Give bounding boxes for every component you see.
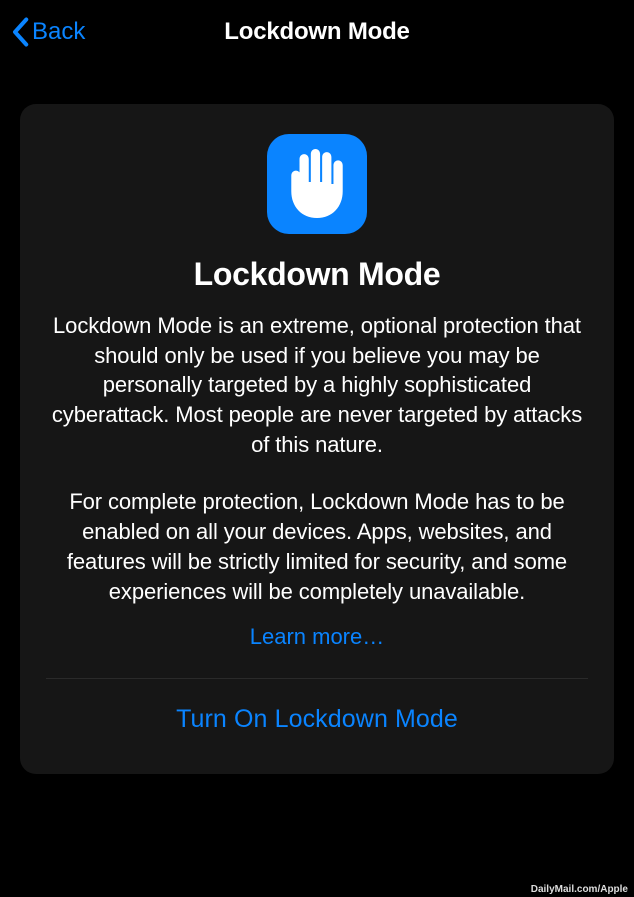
turn-on-button[interactable]: Turn On Lockdown Mode — [176, 705, 458, 734]
learn-more-link[interactable]: Learn more… — [250, 624, 385, 650]
nav-bar: Back Lockdown Mode — [0, 0, 634, 64]
description-paragraph-1: Lockdown Mode is an extreme, optional pr… — [46, 311, 588, 459]
description-paragraph-2: For complete protection, Lockdown Mode h… — [46, 487, 588, 606]
content-card: Lockdown Mode Lockdown Mode is an extrem… — [20, 104, 614, 774]
back-label: Back — [32, 18, 85, 46]
content-title: Lockdown Mode — [46, 256, 588, 293]
lockdown-icon-badge — [267, 134, 367, 234]
page-title: Lockdown Mode — [224, 18, 409, 46]
hand-raised-icon — [286, 148, 348, 220]
back-button[interactable]: Back — [10, 17, 85, 47]
attribution-text: DailyMail.com/Apple — [531, 884, 628, 895]
chevron-left-icon — [10, 17, 30, 47]
action-row: Turn On Lockdown Mode — [46, 679, 588, 744]
